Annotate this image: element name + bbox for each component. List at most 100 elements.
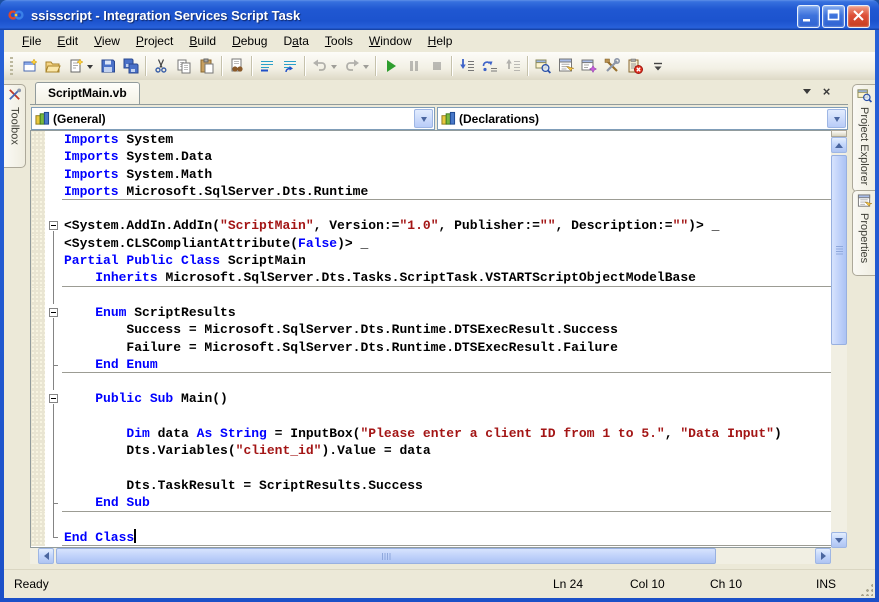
indicator-margin[interactable] <box>31 217 45 234</box>
indicator-margin[interactable] <box>31 460 45 477</box>
properties-tab[interactable]: Properties <box>852 190 875 276</box>
indicator-margin[interactable] <box>31 494 45 511</box>
indicator-margin[interactable] <box>31 356 45 373</box>
menu-item-help[interactable]: Help <box>420 31 461 51</box>
indicator-margin[interactable] <box>31 512 45 529</box>
toolbar-grip[interactable] <box>10 57 13 75</box>
copy-button[interactable] <box>172 55 195 77</box>
cut-button[interactable] <box>149 55 172 77</box>
find-button[interactable] <box>225 55 248 77</box>
title-bar[interactable]: ssisscript - Integration Services Script… <box>0 0 879 30</box>
scroll-down-button[interactable] <box>831 532 847 548</box>
indicator-margin[interactable] <box>31 390 45 407</box>
declarations-dropdown-button[interactable] <box>827 109 846 128</box>
tools-button[interactable] <box>600 55 623 77</box>
new-project-button[interactable] <box>18 55 41 77</box>
indicator-margin[interactable] <box>31 477 45 494</box>
code-text[interactable]: End Class <box>62 529 831 546</box>
code-text[interactable]: Dts.TaskResult = ScriptResults.Success <box>62 477 831 494</box>
code-text[interactable]: End Enum <box>62 356 831 373</box>
indicator-margin[interactable] <box>31 287 45 304</box>
indicator-margin[interactable] <box>31 148 45 165</box>
indicator-margin[interactable] <box>31 408 45 425</box>
scroll-right-button[interactable] <box>815 548 831 564</box>
indicator-margin[interactable] <box>31 131 45 148</box>
code-text[interactable] <box>62 200 831 217</box>
comment-block-button[interactable] <box>255 55 278 77</box>
menu-item-window[interactable]: Window <box>361 31 420 51</box>
indicator-margin[interactable] <box>31 425 45 442</box>
code-text[interactable] <box>62 512 831 529</box>
menu-item-edit[interactable]: Edit <box>49 31 86 51</box>
code-text[interactable]: End Sub <box>62 494 831 511</box>
properties-window-button[interactable] <box>554 55 577 77</box>
resize-grip[interactable] <box>859 582 873 596</box>
indicator-margin[interactable] <box>31 373 45 390</box>
menu-item-data[interactable]: Data <box>275 31 316 51</box>
project-explorer-tab[interactable]: Project Explorer <box>852 84 875 192</box>
code-text[interactable]: Imports System.Math <box>62 166 831 183</box>
code-text[interactable]: Imports System <box>62 131 831 148</box>
fold-toggle[interactable] <box>49 394 58 403</box>
code-text[interactable] <box>62 408 831 425</box>
code-editor[interactable]: Imports SystemImports System.DataImports… <box>30 130 831 548</box>
menu-item-project[interactable]: Project <box>128 31 181 51</box>
step-into-button[interactable] <box>455 55 478 77</box>
toolbox-tab[interactable]: Toolbox <box>4 84 26 168</box>
object-browser-button[interactable] <box>577 55 600 77</box>
code-text[interactable]: Inherits Microsoft.SqlServer.Dts.Tasks.S… <box>62 269 831 286</box>
code-text[interactable]: Dim data As String = InputBox("Please en… <box>62 425 831 442</box>
objects-dropdown[interactable]: (General) <box>31 107 435 130</box>
save-button[interactable] <box>96 55 119 77</box>
objects-dropdown-button[interactable] <box>414 109 433 128</box>
declarations-dropdown[interactable]: (Declarations) <box>437 107 848 130</box>
indicator-margin[interactable] <box>31 252 45 269</box>
indicator-margin[interactable] <box>31 200 45 217</box>
code-text[interactable] <box>62 373 831 390</box>
menu-item-debug[interactable]: Debug <box>224 31 275 51</box>
indicator-margin[interactable] <box>31 321 45 338</box>
close-document-button[interactable]: × <box>819 84 834 99</box>
menu-item-file[interactable]: File <box>14 31 49 51</box>
code-text[interactable] <box>62 287 831 304</box>
vertical-scrollbar[interactable] <box>831 130 847 548</box>
indicator-margin[interactable] <box>31 183 45 200</box>
close-button[interactable] <box>847 5 870 28</box>
save-all-button[interactable] <box>119 55 142 77</box>
menu-item-build[interactable]: Build <box>181 31 224 51</box>
active-files-dropdown-button[interactable] <box>799 84 814 99</box>
step-over-button[interactable] <box>478 55 501 77</box>
code-text[interactable]: <System.AddIn.AddIn("ScriptMain", Versio… <box>62 217 831 234</box>
indicator-margin[interactable] <box>31 529 45 546</box>
fold-toggle[interactable] <box>49 308 58 317</box>
horizontal-scroll-thumb[interactable] <box>56 548 716 564</box>
code-text[interactable]: Enum ScriptResults <box>62 304 831 321</box>
vertical-scroll-thumb[interactable] <box>831 155 847 345</box>
uncomment-block-button[interactable] <box>278 55 301 77</box>
open-file-button[interactable] <box>41 55 64 77</box>
project-explorer-button[interactable] <box>531 55 554 77</box>
scroll-left-button[interactable] <box>38 548 54 564</box>
code-text[interactable]: <System.CLSCompliantAttribute(False)> _ <box>62 235 831 252</box>
code-text[interactable]: Success = Microsoft.SqlServer.Dts.Runtim… <box>62 321 831 338</box>
menu-item-view[interactable]: View <box>86 31 128 51</box>
start-debug-button[interactable] <box>379 55 402 77</box>
minimize-button[interactable] <box>797 5 820 28</box>
split-handle[interactable] <box>831 130 847 137</box>
code-text[interactable]: Imports Microsoft.SqlServer.Dts.Runtime <box>62 183 831 200</box>
code-text[interactable]: Failure = Microsoft.SqlServer.Dts.Runtim… <box>62 339 831 356</box>
document-tab-scriptmain[interactable]: ScriptMain.vb <box>35 82 140 104</box>
indicator-margin[interactable] <box>31 304 45 321</box>
maximize-button[interactable] <box>822 5 845 28</box>
code-text[interactable]: Partial Public Class ScriptMain <box>62 252 831 269</box>
code-text[interactable]: Dts.Variables("client_id").Value = data <box>62 442 831 459</box>
scroll-up-button[interactable] <box>831 137 847 153</box>
paste-button[interactable] <box>195 55 218 77</box>
fold-toggle[interactable] <box>49 221 58 230</box>
error-list-button[interactable] <box>623 55 646 77</box>
menu-item-tools[interactable]: Tools <box>317 31 361 51</box>
indicator-margin[interactable] <box>31 442 45 459</box>
indicator-margin[interactable] <box>31 269 45 286</box>
code-text[interactable]: Public Sub Main() <box>62 390 831 407</box>
toolbar-options-button[interactable] <box>646 55 669 77</box>
